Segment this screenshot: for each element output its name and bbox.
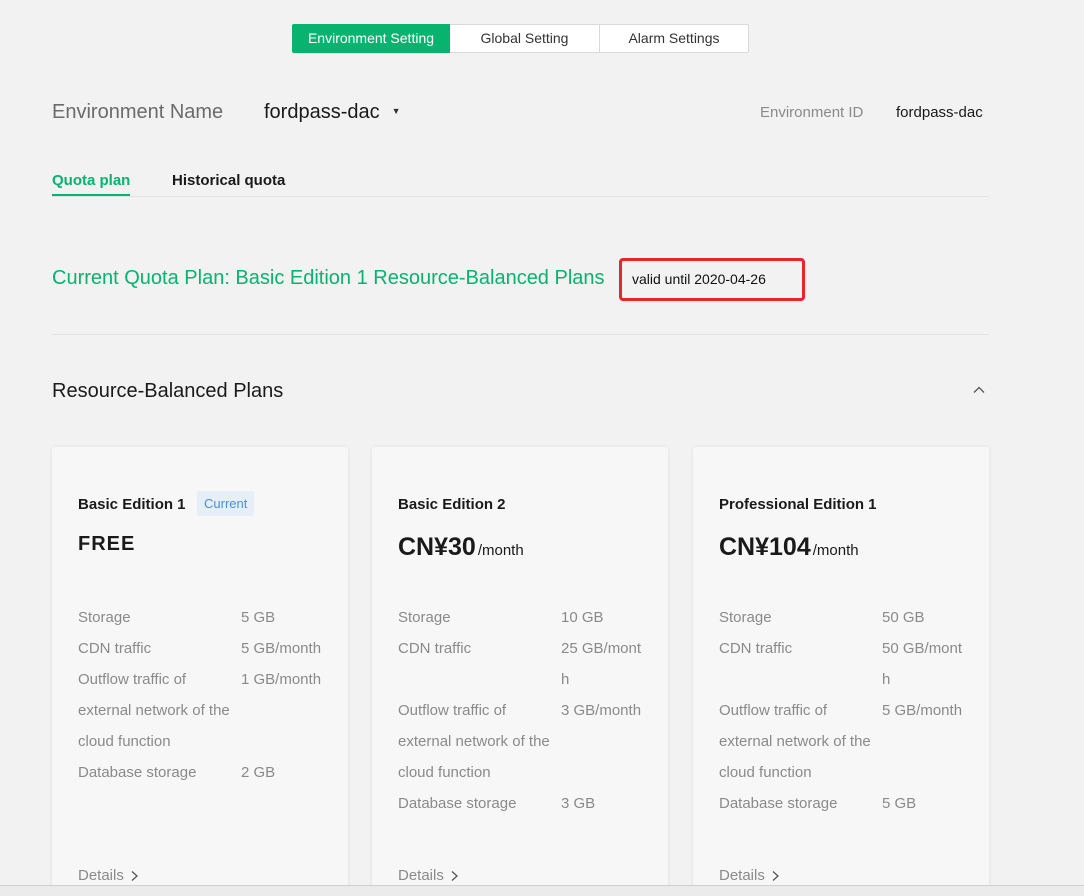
- spec-row: CDN traffic 5 GB/month: [78, 633, 328, 664]
- plan-price: FREE: [78, 533, 136, 555]
- environment-id-value: fordpass-dac: [896, 104, 983, 121]
- current-quota-plan: Current Quota Plan: Basic Edition 1 Reso…: [52, 267, 605, 289]
- spec-value: 5 GB: [241, 609, 276, 626]
- plan-price: CN¥30/month: [398, 533, 524, 562]
- plan-card: Basic Edition 1 Current FREE Storage 5 GB…: [52, 447, 348, 896]
- spec-value: 2 GB: [241, 764, 276, 781]
- spec-key: Database storage: [78, 764, 197, 781]
- spec-value: 50 GB: [882, 609, 925, 626]
- page: Environment Setting Global Setting Alarm…: [0, 0, 1084, 896]
- spec-row: Storage 10 GB: [398, 602, 648, 633]
- spec-row: Database storage 2 GB: [78, 757, 328, 788]
- plan-price: CN¥104/month: [719, 533, 859, 562]
- plan-name: Basic Edition 2: [398, 496, 506, 513]
- spec-row: Outflow traffic of external network of t…: [719, 695, 969, 788]
- spec-row: Database storage 3 GB: [398, 788, 648, 819]
- details-link[interactable]: Details: [78, 867, 139, 884]
- price-period: /month: [477, 542, 524, 559]
- chevron-right-icon: [451, 870, 458, 881]
- spec-row: Outflow traffic of external network of t…: [78, 664, 328, 757]
- plan-name: Basic Edition 1: [78, 496, 186, 513]
- plan-card: Professional Edition 1 CN¥104/month Stor…: [693, 447, 989, 896]
- spec-value: 1 GB/month: [241, 671, 322, 688]
- price-amount: CN¥30: [398, 533, 476, 561]
- spec-key: CDN traffic: [398, 640, 472, 657]
- spec-key: CDN traffic: [719, 640, 793, 657]
- environment-select-value: fordpass-dac: [264, 101, 380, 123]
- spec-value: 50 GB/month: [882, 640, 963, 688]
- spec-row: Outflow traffic of external network of t…: [398, 695, 648, 788]
- details-label: Details: [398, 867, 444, 884]
- settings-tabs: Environment Setting Global Setting Alarm…: [292, 24, 749, 53]
- spec-value: 5 GB/month: [882, 702, 963, 719]
- spec-key: Storage: [398, 609, 451, 626]
- tab-historical-quota[interactable]: Historical quota: [172, 172, 285, 194]
- quota-subtabs: Quota plan Historical quota: [52, 172, 989, 197]
- price-period: /month: [812, 542, 859, 559]
- divider: [52, 334, 989, 335]
- environment-select[interactable]: fordpass-dac ▼: [264, 101, 401, 124]
- tab-quota-plan[interactable]: Quota plan: [52, 172, 131, 196]
- spec-row: Storage 50 GB: [719, 602, 969, 633]
- details-link[interactable]: Details: [398, 867, 459, 884]
- plan-specs: Storage 5 GB CDN traffic 5 GB/month Outflo…: [78, 602, 328, 788]
- section-title: Resource-Balanced Plans: [52, 380, 284, 402]
- price-amount: CN¥104: [719, 533, 811, 561]
- spec-value: 3 GB/month: [561, 702, 642, 719]
- environment-name-label: Environment Name: [52, 101, 224, 123]
- bottom-bar: [0, 886, 1084, 896]
- tab-alarm-settings[interactable]: Alarm Settings: [600, 24, 749, 53]
- spec-key: Outflow traffic of external network of t…: [78, 671, 230, 750]
- chevron-up-icon[interactable]: [972, 383, 986, 397]
- chevron-right-icon: [772, 870, 779, 881]
- plan-name: Professional Edition 1: [719, 496, 877, 513]
- current-badge: Current: [197, 491, 255, 516]
- spec-key: Storage: [719, 609, 772, 626]
- plan-specs: Storage 50 GB CDN traffic 50 GB/month Outf…: [719, 602, 969, 819]
- spec-value: 25 GB/month: [561, 640, 642, 688]
- caret-down-icon: ▼: [391, 105, 401, 116]
- spec-value: 5 GB: [882, 795, 917, 812]
- plan-specs: Storage 10 GB CDN traffic 25 GB/month Outf…: [398, 602, 648, 819]
- spec-value: 3 GB: [561, 795, 596, 812]
- spec-value: 10 GB: [561, 609, 604, 626]
- spec-key: Database storage: [398, 795, 517, 812]
- details-link[interactable]: Details: [719, 867, 780, 884]
- spec-key: Outflow traffic of external network of t…: [719, 702, 871, 781]
- details-label: Details: [719, 867, 765, 884]
- spec-key: CDN traffic: [78, 640, 152, 657]
- tab-environment-setting[interactable]: Environment Setting: [292, 24, 450, 53]
- spec-key: Storage: [78, 609, 131, 626]
- tab-global-setting[interactable]: Global Setting: [450, 24, 600, 53]
- spec-row: CDN traffic 25 GB/month: [398, 633, 648, 695]
- plan-card: Basic Edition 2 CN¥30/month Storage 10 GB…: [372, 447, 668, 896]
- details-label: Details: [78, 867, 124, 884]
- valid-until-text: valid until 2020-04-26: [632, 271, 766, 287]
- spec-row: CDN traffic 50 GB/month: [719, 633, 969, 695]
- environment-id-label: Environment ID: [760, 104, 864, 121]
- spec-key: Outflow traffic of external network of t…: [398, 702, 550, 781]
- spec-row: Storage 5 GB: [78, 602, 328, 633]
- spec-key: Database storage: [719, 795, 838, 812]
- spec-row: Database storage 5 GB: [719, 788, 969, 819]
- valid-until-highlight: valid until 2020-04-26: [619, 258, 805, 301]
- spec-value: 5 GB/month: [241, 640, 322, 657]
- chevron-right-icon: [131, 870, 138, 881]
